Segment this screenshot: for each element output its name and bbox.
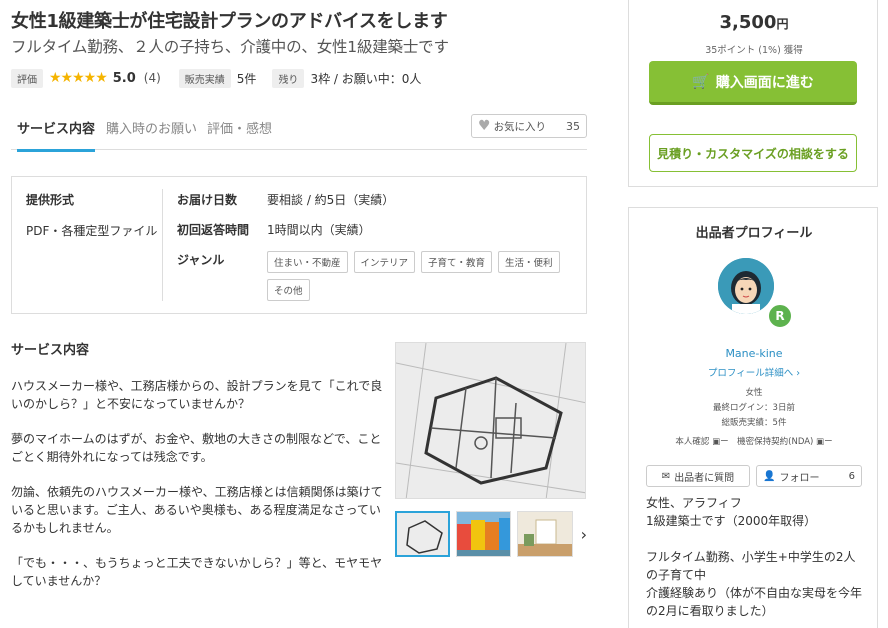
seller-name[interactable]: Mane-kine: [629, 347, 879, 360]
spec-key: 初回返答時間: [177, 223, 250, 237]
purchase-panel: 3,500円 35ポイント (1%) 獲得 🛒 購入画面に進む 見積り・カスタマ…: [628, 0, 878, 187]
message-seller-button[interactable]: ✉ 出品者に質問: [646, 465, 750, 487]
genre-chip[interactable]: 住まい・不動産: [267, 251, 348, 273]
spec-value: 1時間以内（実績）: [267, 223, 371, 237]
envelope-icon: ✉: [661, 470, 671, 482]
thumbnail-image: [397, 513, 449, 555]
follow-button[interactable]: 👤 フォロー 6: [756, 465, 862, 487]
page-subtitle: フルタイム勤務、２人の子持ち、介護中の、女性1級建築士です: [11, 38, 449, 56]
rating-tag: 評価: [11, 68, 43, 88]
price-value: 3,500: [719, 12, 777, 33]
spec-row-delivery: お届け日数 要相談 / 約5日（実績）: [177, 191, 577, 208]
points-earned: 35ポイント (1%) 獲得: [705, 45, 803, 56]
tab-reviews[interactable]: 評価・感想: [207, 118, 272, 149]
favorite-label: お気に入り: [493, 120, 547, 133]
description-paragraph: 夢のマイホームのはずが、お金や、敷地の大きさの制限などで、ことごとく期待外れにな…: [11, 432, 382, 464]
seller-info: 女性 最終ログイン：3日前 総販売実績：5件: [629, 386, 879, 431]
thumbnail-image: [457, 512, 511, 556]
format-value: PDF・各種定型ファイル: [26, 224, 158, 238]
buy-label: 購入画面に進む: [715, 74, 814, 91]
spec-details: お届け日数 要相談 / 約5日（実績） 初回返答時間 1時間以内（実績） ジャン…: [177, 191, 577, 314]
floorplan-image: [396, 343, 585, 498]
sales-tag: 販売実績: [178, 68, 231, 88]
price-unit: 円: [776, 17, 789, 31]
thumbnail-interior[interactable]: [517, 511, 573, 557]
seller-gender: 女性: [745, 388, 763, 398]
verification-status: 本人確認 ▣ー 機密保持契約(NDA) ▣ー: [675, 437, 833, 447]
tab-service[interactable]: サービス内容: [17, 118, 96, 152]
description-paragraph: ハウスメーカー様や、工務店様からの、設計プランを見て「これで良いのかしら？」と不…: [11, 379, 383, 411]
message-label: 出品者に質問: [674, 472, 735, 484]
spec-value: 要相談 / 約5日（実績）: [267, 193, 395, 207]
favorite-button[interactable]: ♥ お気に入り 35: [471, 114, 587, 138]
main-image-floorplan[interactable]: [395, 342, 586, 499]
genre-chip[interactable]: 子育て・教育: [421, 251, 493, 273]
tab-bar: サービス内容 購入時のお願い 評価・感想 ♥ お気に入り 35: [11, 110, 587, 152]
price: 3,500円: [629, 12, 879, 33]
sales-value: 5件: [236, 71, 257, 86]
tab-purchase-request[interactable]: 購入時のお願い: [106, 118, 197, 149]
spec-divider: [162, 189, 163, 301]
cart-icon: 🛒: [692, 73, 710, 90]
follow-label: フォロー: [779, 472, 820, 484]
spec-row-genre: ジャンル 住まい・不動産 インテリア 子育て・教育 生活・便利 その他: [177, 251, 577, 301]
seller-profile-panel: 出品者プロフィール R Mane-kine プロフィール詳細へ › 女性 最終ロ…: [628, 207, 878, 628]
profile-actions: ✉ 出品者に質問 👤 フォロー 6: [646, 465, 862, 487]
thumbnail-floorplan[interactable]: [395, 511, 451, 557]
remain-tag: 残り: [272, 68, 305, 88]
favorite-count: 35: [566, 119, 580, 133]
service-description: サービス内容 ハウスメーカー様や、工務店様からの、設計プランを見て「これで良いの…: [11, 342, 391, 607]
spec-row-response: 初回返答時間 1時間以内（実績）: [177, 221, 577, 238]
bio-paragraph: フルタイム勤務、小学生+中学生の2人の子育て中 介護経験あり（体が不自由な実母を…: [646, 550, 863, 618]
spec-panel: 提供形式 PDF・各種定型ファイル お届け日数 要相談 / 約5日（実績） 初回…: [11, 176, 587, 314]
genre-chip[interactable]: 生活・便利: [498, 251, 560, 273]
format-section: 提供形式 PDF・各種定型ファイル: [26, 191, 162, 241]
rank-badge: R: [767, 303, 793, 329]
page-title: 女性1級建築士が住宅設計プランのアドバイスをします: [11, 11, 448, 32]
seller-bio: 女性、アラフィフ 1級建築士です（2000年取得） フルタイム勤務、小学生+中学…: [646, 494, 866, 628]
image-thumbnails: ›: [395, 510, 587, 558]
service-meta: 評価 ★★★★★ 5.0 (4) 販売実績 5件 残り 3枠 / お願い中：0人: [11, 68, 437, 88]
description-heading: サービス内容: [11, 343, 90, 358]
remain-value: 3枠 / お願い中：0人: [310, 71, 422, 86]
spec-key: ジャンル: [177, 253, 225, 267]
genre-chip[interactable]: インテリア: [353, 251, 416, 273]
seller-last-login: 最終ログイン：3日前: [713, 403, 795, 413]
description-paragraph: 「でも・・・、もうちょっと工夫できないかしら？」等と、モヤモヤしていませんか？: [11, 556, 383, 588]
add-user-icon: 👤: [763, 470, 776, 482]
description-paragraph: 勿論、依頼先のハウスメーカー様や、工務店様とは信頼関係は築けていると思います。ご…: [11, 485, 383, 535]
chevron-right-icon[interactable]: ›: [581, 525, 587, 544]
spec-key: お届け日数: [177, 193, 238, 207]
avatar[interactable]: [718, 258, 774, 314]
follow-count: 6: [848, 470, 855, 482]
buy-button[interactable]: 🛒 購入画面に進む: [649, 61, 857, 105]
format-heading: 提供形式: [26, 193, 75, 207]
rating-value: 5.0: [112, 70, 136, 86]
profile-detail-link[interactable]: プロフィール詳細へ ›: [629, 365, 879, 379]
genre-list: 住まい・不動産 インテリア 子育て・教育 生活・便利 その他: [267, 251, 567, 301]
avatar-image: [718, 258, 774, 314]
consult-button[interactable]: 見積り・カスタマイズの相談をする: [649, 134, 857, 172]
profile-heading: 出品者プロフィール: [695, 226, 813, 241]
thumbnail-houses[interactable]: [456, 511, 512, 557]
heart-icon: ♥: [478, 118, 491, 134]
thumbnail-image: [518, 512, 572, 556]
bio-paragraph: 女性、アラフィフ 1級建築士です（2000年取得）: [646, 496, 817, 528]
rating-count[interactable]: (4): [144, 71, 161, 85]
seller-total-sales: 総販売実績：5件: [721, 418, 787, 428]
genre-chip[interactable]: その他: [267, 279, 310, 301]
star-rating-icon: ★★★★★: [49, 70, 108, 86]
